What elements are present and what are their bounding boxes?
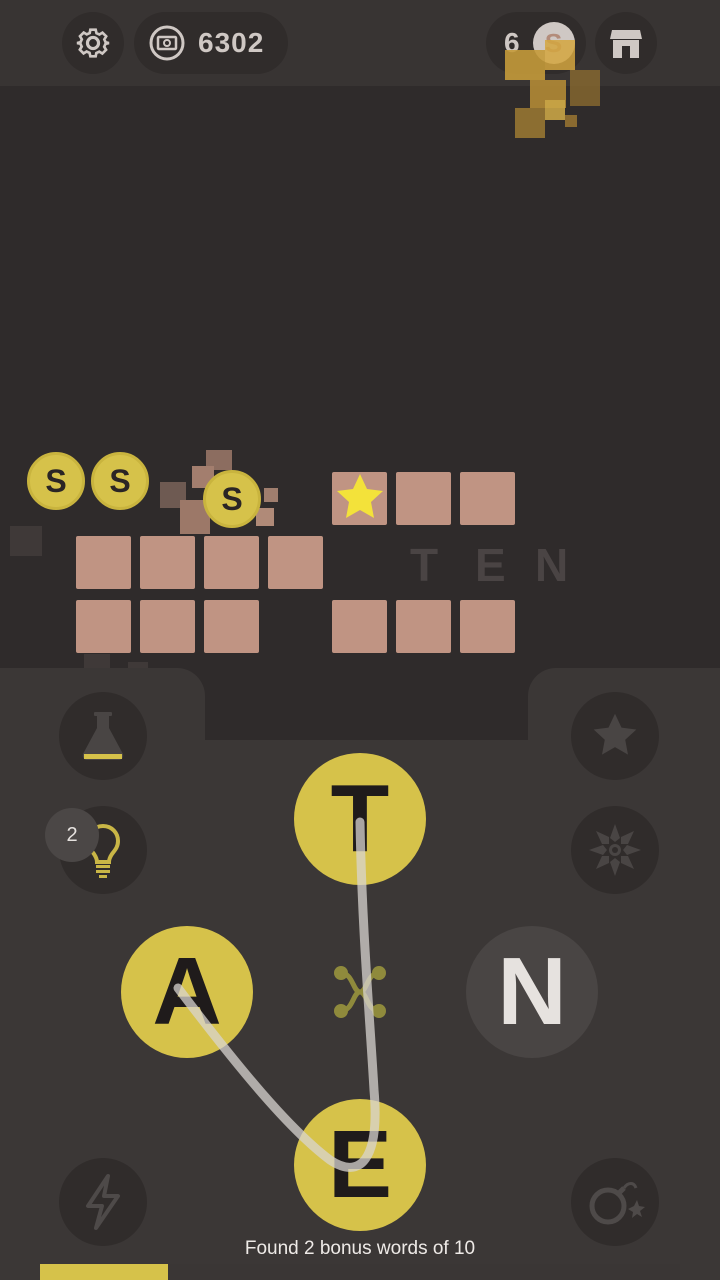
bonus-words-text: Found 2 bonus words of 10 — [244, 1238, 476, 1259]
bonus-progress-fill — [40, 1264, 168, 1280]
swipe-trail — [173, 817, 380, 1172]
bonus-progress-bar — [40, 1264, 680, 1280]
